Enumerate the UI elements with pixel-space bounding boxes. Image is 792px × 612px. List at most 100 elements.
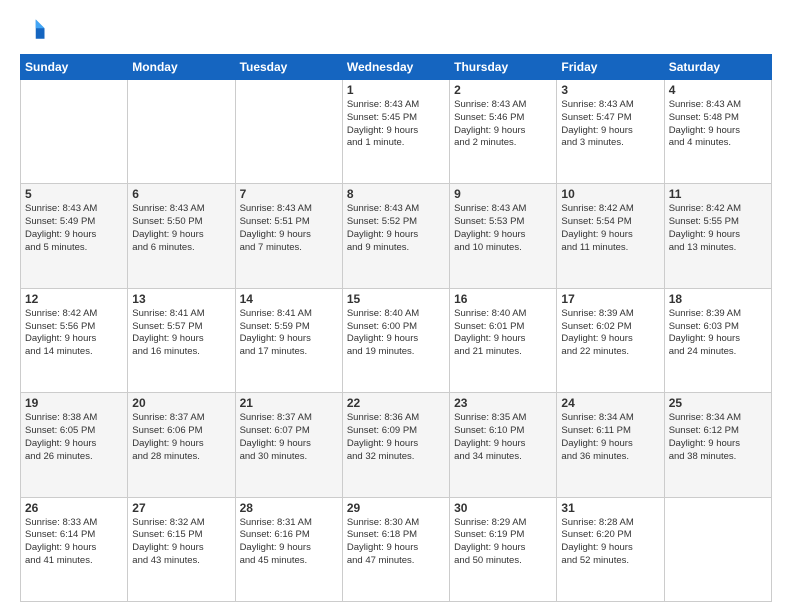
calendar-cell: 13 Sunrise: 8:41 AMSunset: 5:57 PMDayligh…: [128, 288, 235, 392]
day-number: 18: [669, 292, 767, 306]
day-number: 3: [561, 83, 659, 97]
cell-content: Sunrise: 8:38 AMSunset: 6:05 PMDaylight:…: [25, 412, 123, 463]
day-number: 4: [669, 83, 767, 97]
calendar-cell: 21 Sunrise: 8:37 AMSunset: 6:07 PMDayligh…: [235, 393, 342, 497]
weekday-header-tuesday: Tuesday: [235, 55, 342, 80]
calendar-cell: 11Sunrise: 8:42 AMSunset: 5:55 PMDayligh…: [664, 184, 771, 288]
day-number: 6: [132, 187, 230, 201]
calendar-cell: 8 Sunrise: 8:43 AMSunset: 5:52 PMDaylight…: [342, 184, 449, 288]
header: [20, 16, 772, 44]
day-number: 30: [454, 501, 552, 515]
cell-content: Sunrise: 8:35 AMSunset: 6:10 PMDaylight:…: [454, 412, 552, 463]
cell-content: Sunrise: 8:34 AMSunset: 6:12 PMDaylight:…: [669, 412, 767, 463]
cell-content: Sunrise: 8:31 AMSunset: 6:16 PMDaylight:…: [240, 517, 338, 568]
day-number: 14: [240, 292, 338, 306]
cell-content: Sunrise: 8:40 AMSunset: 6:00 PMDaylight:…: [347, 308, 445, 359]
calendar-cell: 25 Sunrise: 8:34 AMSunset: 6:12 PMDayligh…: [664, 393, 771, 497]
day-number: 26: [25, 501, 123, 515]
cell-content: Sunrise: 8:41 AMSunset: 5:59 PMDaylight:…: [240, 308, 338, 359]
day-number: 25: [669, 396, 767, 410]
day-number: 16: [454, 292, 552, 306]
day-number: 21: [240, 396, 338, 410]
calendar-table: SundayMondayTuesdayWednesdayThursdayFrid…: [20, 54, 772, 602]
cell-content: Sunrise: 8:32 AMSunset: 6:15 PMDaylight:…: [132, 517, 230, 568]
cell-content: Sunrise: 8:43 AMSunset: 5:52 PMDaylight:…: [347, 203, 445, 254]
calendar-cell: 20 Sunrise: 8:37 AMSunset: 6:06 PMDayligh…: [128, 393, 235, 497]
cell-content: Sunrise: 8:43 AMSunset: 5:51 PMDaylight:…: [240, 203, 338, 254]
calendar-cell: 22 Sunrise: 8:36 AMSunset: 6:09 PMDayligh…: [342, 393, 449, 497]
calendar-cell: 16 Sunrise: 8:40 AMSunset: 6:01 PMDayligh…: [450, 288, 557, 392]
cell-content: Sunrise: 8:37 AMSunset: 6:07 PMDaylight:…: [240, 412, 338, 463]
calendar-cell: 24 Sunrise: 8:34 AMSunset: 6:11 PMDayligh…: [557, 393, 664, 497]
cell-content: Sunrise: 8:42 AMSunset: 5:56 PMDaylight:…: [25, 308, 123, 359]
weekday-header-wednesday: Wednesday: [342, 55, 449, 80]
weekday-header-monday: Monday: [128, 55, 235, 80]
weekday-header-saturday: Saturday: [664, 55, 771, 80]
day-number: 10: [561, 187, 659, 201]
calendar-cell: 6 Sunrise: 8:43 AMSunset: 5:50 PMDaylight…: [128, 184, 235, 288]
cell-content: Sunrise: 8:36 AMSunset: 6:09 PMDaylight:…: [347, 412, 445, 463]
cell-content: Sunrise: 8:28 AMSunset: 6:20 PMDaylight:…: [561, 517, 659, 568]
calendar-cell: 17Sunrise: 8:39 AMSunset: 6:02 PMDayligh…: [557, 288, 664, 392]
day-number: 13: [132, 292, 230, 306]
calendar-cell: 2Sunrise: 8:43 AMSunset: 5:46 PMDaylight…: [450, 80, 557, 184]
weekday-header-sunday: Sunday: [21, 55, 128, 80]
week-row-1: 1 Sunrise: 8:43 AMSunset: 5:45 PMDaylight…: [21, 80, 772, 184]
day-number: 8: [347, 187, 445, 201]
cell-content: Sunrise: 8:37 AMSunset: 6:06 PMDaylight:…: [132, 412, 230, 463]
calendar-cell: [664, 497, 771, 601]
week-row-4: 19 Sunrise: 8:38 AMSunset: 6:05 PMDayligh…: [21, 393, 772, 497]
cell-content: Sunrise: 8:33 AMSunset: 6:14 PMDaylight:…: [25, 517, 123, 568]
calendar-cell: [128, 80, 235, 184]
weekday-header-friday: Friday: [557, 55, 664, 80]
cell-content: Sunrise: 8:43 AMSunset: 5:53 PMDaylight:…: [454, 203, 552, 254]
week-row-2: 5Sunrise: 8:43 AMSunset: 5:49 PMDaylight…: [21, 184, 772, 288]
calendar-cell: 30 Sunrise: 8:29 AMSunset: 6:19 PMDayligh…: [450, 497, 557, 601]
day-number: 20: [132, 396, 230, 410]
week-row-3: 12 Sunrise: 8:42 AMSunset: 5:56 PMDayligh…: [21, 288, 772, 392]
day-number: 12: [25, 292, 123, 306]
day-number: 19: [25, 396, 123, 410]
day-number: 24: [561, 396, 659, 410]
day-number: 9: [454, 187, 552, 201]
calendar-cell: 14 Sunrise: 8:41 AMSunset: 5:59 PMDayligh…: [235, 288, 342, 392]
calendar-cell: 1 Sunrise: 8:43 AMSunset: 5:45 PMDaylight…: [342, 80, 449, 184]
calendar-cell: 12 Sunrise: 8:42 AMSunset: 5:56 PMDayligh…: [21, 288, 128, 392]
day-number: 28: [240, 501, 338, 515]
day-number: 1: [347, 83, 445, 97]
day-number: 22: [347, 396, 445, 410]
logo: [20, 16, 52, 44]
cell-content: Sunrise: 8:43 AMSunset: 5:50 PMDaylight:…: [132, 203, 230, 254]
cell-content: Sunrise: 8:29 AMSunset: 6:19 PMDaylight:…: [454, 517, 552, 568]
calendar-cell: 29 Sunrise: 8:30 AMSunset: 6:18 PMDayligh…: [342, 497, 449, 601]
calendar-cell: 27 Sunrise: 8:32 AMSunset: 6:15 PMDayligh…: [128, 497, 235, 601]
weekday-header-row: SundayMondayTuesdayWednesdayThursdayFrid…: [21, 55, 772, 80]
calendar-cell: 10 Sunrise: 8:42 AMSunset: 5:54 PMDayligh…: [557, 184, 664, 288]
cell-content: Sunrise: 8:43 AMSunset: 5:48 PMDaylight:…: [669, 99, 767, 150]
cell-content: Sunrise: 8:41 AMSunset: 5:57 PMDaylight:…: [132, 308, 230, 359]
cell-content: Sunrise: 8:43 AMSunset: 5:45 PMDaylight:…: [347, 99, 445, 150]
week-row-5: 26 Sunrise: 8:33 AMSunset: 6:14 PMDayligh…: [21, 497, 772, 601]
calendar-cell: 23 Sunrise: 8:35 AMSunset: 6:10 PMDayligh…: [450, 393, 557, 497]
calendar-cell: 5Sunrise: 8:43 AMSunset: 5:49 PMDaylight…: [21, 184, 128, 288]
day-number: 2: [454, 83, 552, 97]
cell-content: Sunrise: 8:42 AMSunset: 5:54 PMDaylight:…: [561, 203, 659, 254]
day-number: 7: [240, 187, 338, 201]
calendar-cell: 3 Sunrise: 8:43 AMSunset: 5:47 PMDaylight…: [557, 80, 664, 184]
weekday-header-thursday: Thursday: [450, 55, 557, 80]
cell-content: Sunrise: 8:40 AMSunset: 6:01 PMDaylight:…: [454, 308, 552, 359]
day-number: 27: [132, 501, 230, 515]
day-number: 5: [25, 187, 123, 201]
calendar-cell: [21, 80, 128, 184]
day-number: 23: [454, 396, 552, 410]
calendar-cell: 7 Sunrise: 8:43 AMSunset: 5:51 PMDaylight…: [235, 184, 342, 288]
calendar-cell: 19 Sunrise: 8:38 AMSunset: 6:05 PMDayligh…: [21, 393, 128, 497]
calendar-cell: 31 Sunrise: 8:28 AMSunset: 6:20 PMDayligh…: [557, 497, 664, 601]
day-number: 11: [669, 187, 767, 201]
cell-content: Sunrise: 8:30 AMSunset: 6:18 PMDaylight:…: [347, 517, 445, 568]
cell-content: Sunrise: 8:34 AMSunset: 6:11 PMDaylight:…: [561, 412, 659, 463]
calendar-cell: 15Sunrise: 8:40 AMSunset: 6:00 PMDayligh…: [342, 288, 449, 392]
day-number: 29: [347, 501, 445, 515]
cell-content: Sunrise: 8:43 AMSunset: 5:47 PMDaylight:…: [561, 99, 659, 150]
day-number: 31: [561, 501, 659, 515]
